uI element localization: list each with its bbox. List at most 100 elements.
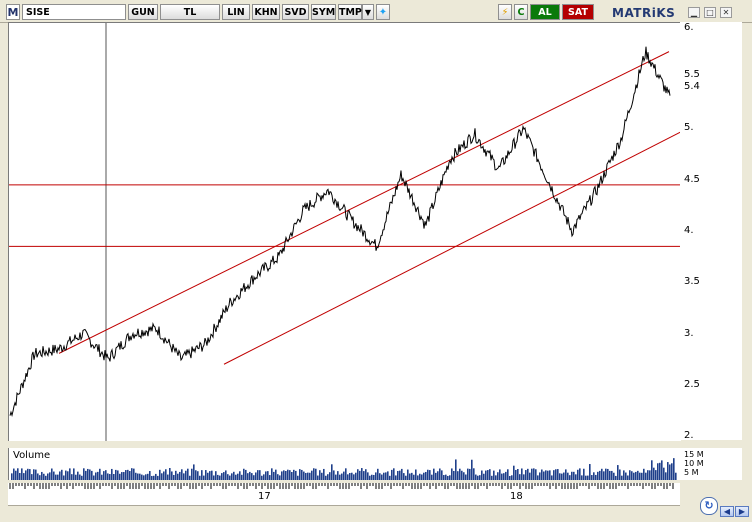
volume-bar bbox=[311, 470, 313, 480]
volume-bar bbox=[535, 469, 537, 480]
scroll-right-icon[interactable]: ▶ bbox=[735, 506, 749, 517]
volume-pane[interactable]: Volume bbox=[8, 448, 681, 480]
volume-bar bbox=[609, 470, 611, 480]
volume-bar bbox=[613, 472, 615, 480]
volume-bar bbox=[569, 475, 571, 480]
volume-bar bbox=[369, 475, 371, 480]
volume-bar bbox=[199, 475, 201, 480]
refresh-icon[interactable]: ↻ bbox=[700, 497, 718, 515]
lightning-icon[interactable]: ⚡ bbox=[498, 4, 512, 20]
period-button[interactable]: GUN bbox=[128, 4, 158, 20]
volume-bar bbox=[457, 471, 459, 480]
volume-bar bbox=[163, 471, 165, 480]
tmp-button[interactable]: TMP bbox=[338, 4, 362, 20]
volume-bar bbox=[615, 475, 617, 480]
volume-bar bbox=[595, 474, 597, 480]
linear-scale-button[interactable]: LIN bbox=[222, 4, 250, 20]
close-icon[interactable]: ✕ bbox=[720, 7, 732, 18]
x-tick-label: 17 bbox=[258, 491, 271, 502]
volume-bar bbox=[253, 475, 255, 480]
time-ticks bbox=[9, 483, 674, 489]
volume-bar bbox=[49, 472, 51, 480]
volume-bar bbox=[631, 471, 633, 480]
channel-upper-line bbox=[58, 51, 670, 354]
volume-tick-label: 15 M bbox=[684, 450, 704, 459]
currency-button[interactable]: TL bbox=[160, 4, 220, 20]
volume-bar bbox=[519, 474, 521, 480]
volume-bar bbox=[587, 475, 589, 480]
volume-bar bbox=[467, 468, 469, 480]
volume-bar bbox=[127, 469, 129, 480]
volume-bar bbox=[473, 468, 475, 480]
volume-bar bbox=[99, 468, 101, 480]
volume-bar bbox=[175, 470, 177, 480]
buy-button[interactable]: AL bbox=[530, 4, 560, 20]
volume-bar bbox=[337, 471, 339, 480]
volume-bar bbox=[637, 470, 639, 480]
volume-bar bbox=[317, 475, 319, 480]
volume-bar bbox=[409, 473, 411, 480]
sym-button[interactable]: SYM bbox=[311, 4, 336, 20]
svd-button[interactable]: SVD bbox=[282, 4, 309, 20]
volume-bar bbox=[117, 470, 119, 480]
price-chart-svg bbox=[9, 23, 682, 441]
volume-bar bbox=[625, 472, 627, 480]
volume-bar bbox=[275, 469, 277, 480]
y-tick-label: 5. bbox=[684, 122, 694, 133]
volume-bar bbox=[539, 472, 541, 480]
twitter-bird-icon[interactable]: ✦ bbox=[376, 4, 390, 20]
volume-bar bbox=[577, 469, 579, 480]
volume-bar bbox=[417, 475, 419, 480]
volume-bar bbox=[155, 473, 157, 480]
symbol-input[interactable]: SISE bbox=[22, 4, 126, 20]
volume-bar bbox=[559, 473, 561, 480]
minimize-icon[interactable]: ▁ bbox=[688, 7, 700, 18]
horizontal-scrollbar[interactable] bbox=[8, 505, 680, 518]
volume-bar bbox=[489, 469, 491, 480]
volume-bar bbox=[89, 469, 91, 480]
chart-window: M SISE GUN TL LIN KHN SVD SYM TMP ▼ ✦ ⚡ … bbox=[0, 0, 752, 522]
volume-bar bbox=[61, 469, 63, 480]
volume-bar bbox=[315, 468, 317, 480]
volume-bar bbox=[633, 472, 635, 480]
volume-axis: 15 M 10 M 5 M bbox=[680, 448, 742, 480]
volume-bar bbox=[33, 469, 35, 480]
volume-bar bbox=[195, 470, 197, 480]
volume-tick-label: 10 M bbox=[684, 459, 704, 468]
volume-bar bbox=[335, 474, 337, 480]
volume-bar bbox=[145, 474, 147, 480]
price-chart[interactable] bbox=[8, 22, 682, 441]
volume-bar bbox=[379, 473, 381, 480]
khn-button[interactable]: KHN bbox=[252, 4, 280, 20]
volume-bar bbox=[213, 475, 215, 480]
volume-bar bbox=[505, 471, 507, 480]
volume-bar bbox=[47, 473, 49, 480]
volume-bar bbox=[289, 470, 291, 480]
app-logo[interactable]: M bbox=[6, 4, 20, 20]
volume-bar bbox=[391, 469, 393, 480]
volume-bar bbox=[267, 471, 269, 480]
volume-bar bbox=[513, 465, 515, 480]
volume-bar bbox=[617, 465, 619, 480]
triangle-down-icon[interactable]: ▼ bbox=[362, 4, 374, 20]
c-button[interactable]: C bbox=[514, 4, 528, 20]
volume-bar bbox=[591, 475, 593, 480]
volume-bar bbox=[191, 468, 193, 480]
y-tick-label: 5.5 bbox=[684, 69, 700, 80]
volume-bar bbox=[245, 469, 247, 480]
volume-bar bbox=[441, 470, 443, 480]
volume-bar bbox=[419, 473, 421, 480]
volume-bar bbox=[661, 460, 663, 480]
maximize-icon[interactable]: □ bbox=[704, 7, 716, 18]
volume-bar bbox=[283, 470, 285, 480]
volume-svg bbox=[11, 458, 677, 480]
volume-bar bbox=[497, 472, 499, 480]
volume-bar bbox=[643, 468, 645, 480]
scroll-left-icon[interactable]: ◀ bbox=[720, 506, 734, 517]
sell-button[interactable]: SAT bbox=[562, 4, 594, 20]
y-tick-label: 3. bbox=[684, 328, 694, 339]
volume-bar bbox=[377, 468, 379, 480]
y-tick-label: 4.5 bbox=[684, 174, 700, 185]
volume-bar bbox=[285, 471, 287, 480]
volume-bar bbox=[87, 468, 89, 480]
